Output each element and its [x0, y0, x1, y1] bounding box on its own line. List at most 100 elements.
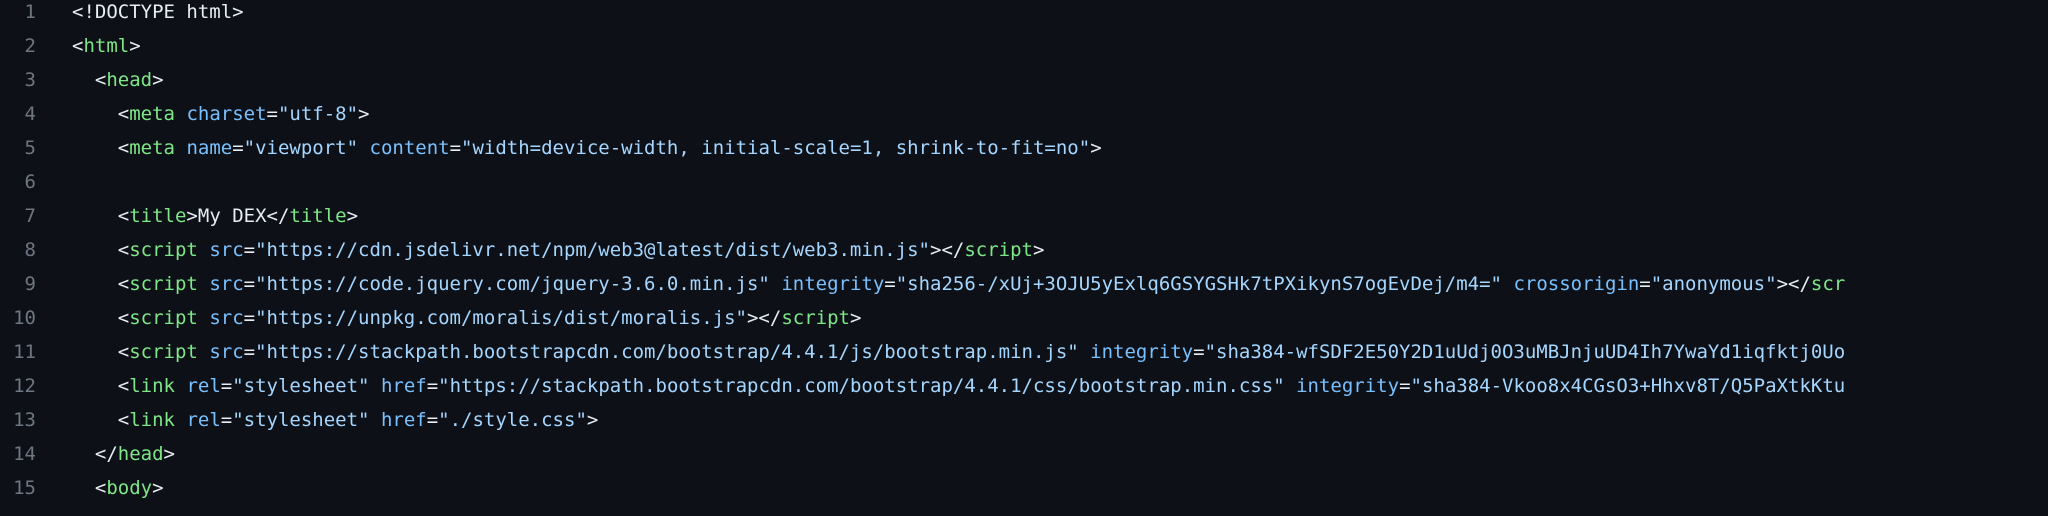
code-line[interactable]: 5 <meta name="viewport" content="width=d… — [0, 131, 2048, 165]
tag-name: meta — [129, 137, 175, 159]
punctuation: = — [426, 409, 439, 431]
code-content: <script src="https://unpkg.com/moralis/d… — [72, 301, 862, 335]
attribute-name: content — [369, 137, 450, 159]
code-line[interactable]: 11 <script src="https://stackpath.bootst… — [0, 335, 2048, 369]
punctuation: < — [117, 375, 130, 397]
code-content: <script src="https://stackpath.bootstrap… — [72, 335, 1845, 369]
code-content: <head> — [72, 63, 164, 97]
tag-name: head — [117, 443, 164, 465]
attribute-value: "https://code.jquery.com/jquery-3.6.0.mi… — [255, 273, 770, 295]
line-number: 5 — [24, 137, 36, 159]
code-content: </head> — [72, 437, 175, 471]
punctuation: ></ — [746, 307, 782, 329]
punctuation: < — [72, 35, 84, 57]
punctuation — [175, 103, 186, 125]
code-line[interactable]: 13 <link rel="stylesheet" href="./style.… — [0, 403, 2048, 437]
punctuation: = — [449, 137, 462, 159]
line-number: 8 — [24, 239, 36, 261]
attribute-value: "stylesheet" — [232, 409, 370, 431]
line-number: 13 — [13, 409, 36, 431]
tag-name: script — [129, 307, 198, 329]
attribute-value: "viewport" — [243, 137, 359, 159]
tag-name: script — [129, 239, 198, 261]
attribute-value: "anonymous" — [1650, 273, 1777, 295]
punctuation: <!DOCTYPE html> — [72, 1, 244, 23]
code-content: <body> — [72, 471, 164, 505]
punctuation — [198, 307, 209, 329]
punctuation: = — [266, 103, 278, 125]
code-line[interactable]: 7 <title>My DEX</title> — [0, 199, 2048, 233]
tag-name: script — [129, 273, 198, 295]
punctuation: < — [117, 239, 130, 261]
code-line[interactable]: 1 <!DOCTYPE html> — [0, 0, 2048, 29]
attribute-name: integrity — [781, 273, 885, 295]
punctuation: > — [152, 477, 164, 499]
punctuation — [358, 137, 369, 159]
attribute-value: "https://stackpath.bootstrapcdn.com/boot… — [438, 375, 1285, 397]
punctuation: ></ — [930, 239, 965, 261]
tag-name: script — [781, 307, 850, 329]
tag-name: scr — [1810, 273, 1846, 295]
code-content: <title>My DEX</title> — [72, 199, 358, 233]
attribute-name: name — [186, 137, 233, 159]
attribute-value: "stylesheet" — [232, 375, 370, 397]
punctuation: > — [1032, 239, 1045, 261]
tag-name: link — [129, 375, 175, 397]
punctuation: > — [152, 69, 164, 91]
line-number: 4 — [24, 103, 36, 125]
attribute-value: "sha384-wfSDF2E50Y2D1uUdj0O3uMBJnjuUD4Ih… — [1204, 341, 1846, 363]
line-number: 10 — [13, 307, 36, 329]
line-number: 3 — [24, 69, 36, 91]
punctuation — [175, 409, 186, 431]
tag-name: html — [83, 35, 130, 57]
attribute-value: "https://unpkg.com/moralis/dist/moralis.… — [255, 307, 747, 329]
code-content: <meta name="viewport" content="width=dev… — [72, 131, 1102, 165]
punctuation: = — [884, 273, 896, 295]
punctuation: < — [117, 273, 130, 295]
attribute-value: "utf-8" — [277, 103, 359, 125]
punctuation — [770, 273, 781, 295]
punctuation: > — [849, 307, 862, 329]
code-line[interactable]: 12 <link rel="stylesheet" href="https://… — [0, 369, 2048, 403]
punctuation: < — [94, 69, 107, 91]
punctuation — [370, 375, 381, 397]
line-number: 15 — [13, 477, 36, 499]
code-line[interactable]: 8 <script src="https://cdn.jsdelivr.net/… — [0, 233, 2048, 267]
attribute-name: charset — [186, 103, 267, 125]
code-line[interactable]: 10 <script src="https://unpkg.com/morali… — [0, 301, 2048, 335]
punctuation — [1502, 273, 1513, 295]
attribute-name: rel — [186, 375, 221, 397]
attribute-name: src — [209, 307, 244, 329]
code-line[interactable]: 14 </head> — [0, 437, 2048, 471]
attribute-value: "sha256-/xUj+3OJU5yExlq6GSYGSHk7tPXikynS… — [895, 273, 1502, 295]
code-line[interactable]: 9 <script src="https://code.jquery.com/j… — [0, 267, 2048, 301]
code-line[interactable]: 6 — [0, 165, 2048, 199]
code-line[interactable]: 15 <body> — [0, 471, 2048, 505]
punctuation: > — [186, 205, 198, 227]
code-content: <html> — [72, 29, 141, 63]
punctuation — [175, 137, 186, 159]
punctuation: < — [117, 341, 130, 363]
code-content: <script src="https://code.jquery.com/jqu… — [72, 267, 1845, 301]
code-editor[interactable]: 1 <!DOCTYPE html> 2 <html> 3 <head> 4 <meta c… — [0, 0, 2048, 516]
code-line[interactable]: 2 <html> — [0, 29, 2048, 63]
code-content: <meta charset="utf-8"> — [72, 97, 370, 131]
punctuation: > — [163, 443, 175, 465]
punctuation: < — [117, 307, 130, 329]
code-line[interactable]: 4 <meta charset="utf-8"> — [0, 97, 2048, 131]
punctuation: </ — [266, 205, 290, 227]
attribute-value: "./style.css" — [438, 409, 587, 431]
punctuation — [1285, 375, 1296, 397]
punctuation: > — [129, 35, 141, 57]
text-content: My DEX — [197, 205, 267, 227]
punctuation: > — [586, 409, 599, 431]
punctuation: < — [117, 103, 130, 125]
code-line[interactable]: 3 <head> — [0, 63, 2048, 97]
punctuation: > — [1090, 137, 1102, 159]
line-number: 9 — [24, 273, 36, 295]
